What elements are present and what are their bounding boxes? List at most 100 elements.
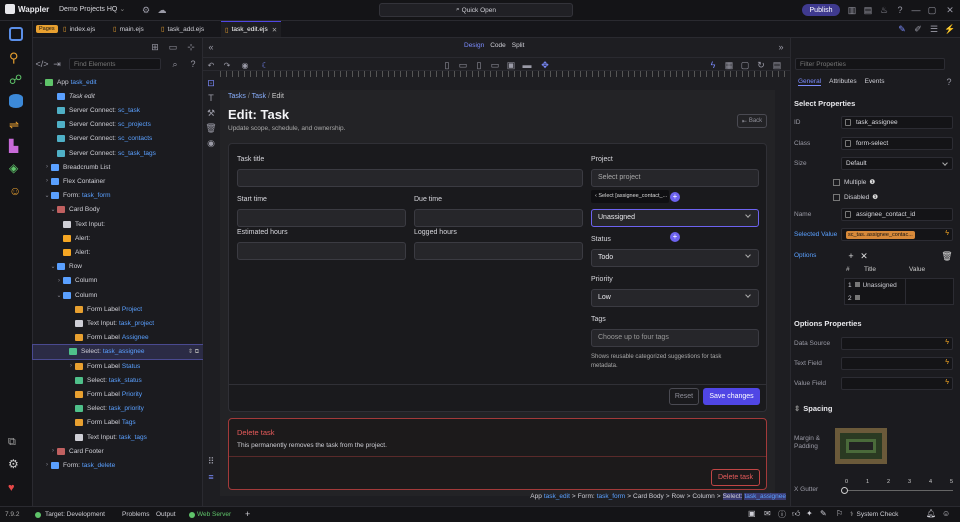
database-icon[interactable]	[9, 94, 23, 108]
robot-icon[interactable]: ☺	[9, 184, 21, 198]
code-tab[interactable]: Code	[490, 42, 506, 49]
start-time-input[interactable]	[237, 209, 406, 227]
chat-icon[interactable]: ✉	[764, 509, 771, 518]
help-icon[interactable]: ?	[894, 4, 906, 16]
tab-task-add[interactable]: ▯ task_add.ejs	[161, 21, 204, 37]
target-selector[interactable]: Target: Development	[45, 511, 105, 518]
tab-task-edit[interactable]: ▯ task_edit.ejs ✕	[221, 21, 281, 37]
insert-icon[interactable]: ⇥	[51, 58, 63, 70]
path-segment[interactable]: Select:	[722, 493, 743, 500]
output-tab[interactable]: Output	[156, 511, 176, 518]
pages-icon[interactable]	[9, 27, 23, 41]
option-row-2[interactable]: 2	[848, 295, 862, 302]
eye-icon[interactable]: ◉	[205, 137, 217, 149]
system-check-button[interactable]: ⚕ System Check	[850, 510, 898, 519]
filter-icon[interactable]: ⌕	[169, 58, 181, 70]
bell-icon[interactable]: 🔔︎	[926, 509, 936, 518]
tree-node[interactable]: ⌄ Card Body	[33, 203, 203, 217]
laptop-icon[interactable]: ▭	[489, 59, 501, 71]
thumbs-up-icon[interactable]: 👍︎	[792, 509, 800, 519]
project-input[interactable]: Select project	[591, 169, 759, 187]
tree-node[interactable]: Server Connect: sc_contacts	[33, 132, 203, 146]
frame-icon[interactable]: ▢	[739, 59, 751, 71]
tree-node[interactable]: Text Input: task_project	[33, 316, 203, 330]
tree-node[interactable]: Server Connect: sc_task	[33, 103, 203, 117]
ai-icon[interactable]: ✦	[806, 509, 813, 518]
help-icon[interactable]: ?	[187, 58, 199, 70]
publish-button[interactable]: Publish	[802, 4, 840, 16]
settings-icon[interactable]: ⚙	[8, 457, 19, 471]
tree-icon[interactable]: ☍	[9, 72, 22, 88]
tree-node[interactable]: ⌄ Column	[33, 288, 203, 302]
gear-icon[interactable]: ⚙	[140, 4, 152, 16]
trash-tool-icon[interactable]: 🗑︎	[205, 122, 217, 134]
path-segment[interactable]: >	[687, 493, 691, 500]
tree-node[interactable]: Server Connect: sc_task_tags	[33, 146, 203, 160]
tree-node[interactable]: ⌄ Form: task_form	[33, 189, 203, 203]
tree-node[interactable]: › Column	[33, 274, 203, 288]
code-icon[interactable]: </>	[36, 58, 49, 70]
tree-node[interactable]: ⌄ Row	[33, 260, 203, 274]
move-icon[interactable]: ✥	[539, 59, 551, 71]
disabled-checkbox[interactable]: Disabled ❶	[833, 193, 878, 201]
x-gutter-handle[interactable]	[841, 487, 848, 494]
expand-caret-icon[interactable]: ⌄	[49, 263, 57, 270]
assignee-select[interactable]: Unassigned	[591, 209, 759, 227]
tab-events[interactable]: Events	[865, 78, 885, 86]
tree-node[interactable]: Text Input:	[33, 217, 203, 231]
terminal-icon[interactable]: ▣	[748, 509, 756, 518]
add-after-icon[interactable]: +	[670, 232, 680, 242]
estimated-hours-input[interactable]	[237, 242, 406, 260]
collapse-left-icon[interactable]: «	[205, 41, 217, 53]
tree-node[interactable]: › Form Label Status	[33, 359, 203, 373]
tree-node[interactable]: Form Label Assignee	[33, 331, 203, 345]
tablet-icon[interactable]: ▭	[457, 59, 469, 71]
expand-caret-icon[interactable]: ›	[55, 278, 63, 284]
size-select[interactable]: Default	[841, 157, 953, 170]
problems-tab[interactable]: Problems	[122, 511, 149, 518]
due-time-input[interactable]	[414, 209, 583, 227]
logged-hours-input[interactable]	[414, 242, 583, 260]
project-selector[interactable]: Demo Projects HQ ⌄	[59, 5, 125, 13]
expand-caret-icon[interactable]: ⌄	[37, 79, 45, 86]
expand-caret-icon[interactable]: ⌄	[55, 292, 63, 299]
tree-node[interactable]: › Card Footer	[33, 444, 203, 458]
data-source-input[interactable]: ϟ	[841, 337, 953, 350]
path-segment[interactable]: Row	[672, 493, 685, 500]
expand-caret-icon[interactable]: ›	[67, 363, 75, 369]
path-segment[interactable]: Form:	[578, 493, 595, 500]
design-tab[interactable]: Design	[464, 42, 484, 49]
path-segment[interactable]: >	[572, 493, 576, 500]
tree-node[interactable]: › Breadcrumb List	[33, 160, 203, 174]
find-elements-input[interactable]: Find Elements	[69, 58, 161, 70]
option-row-1[interactable]: 1 Unassigned	[848, 282, 897, 289]
tab-index[interactable]: ▯ index.ejs	[63, 21, 95, 37]
tab-attributes[interactable]: Attributes	[829, 78, 856, 86]
breadcrumb-task[interactable]: Task	[252, 93, 266, 100]
name-input[interactable]: assignee_contact_id	[841, 208, 953, 221]
tree-node[interactable]: Form Label Project	[33, 302, 203, 316]
path-segment[interactable]: Column	[692, 493, 714, 500]
web-server-button[interactable]: Web Server	[197, 511, 231, 518]
add-option-icon[interactable]: +	[845, 250, 857, 262]
paint-tool-icon[interactable]: ⚒	[205, 107, 217, 119]
path-segment[interactable]: >	[627, 493, 631, 500]
expand-caret-icon[interactable]: ›	[49, 448, 57, 454]
maximize-icon[interactable]: ▢	[926, 4, 938, 16]
account-icon[interactable]: ♥	[8, 482, 15, 494]
path-segment[interactable]: task_assignee	[744, 493, 786, 500]
layers-icon[interactable]: ◈	[9, 161, 18, 175]
select-tool-icon[interactable]: ⊡	[205, 77, 217, 89]
path-segment[interactable]: >	[717, 493, 721, 500]
wide-icon[interactable]: ▬	[521, 59, 533, 71]
expand-caret-icon[interactable]: ›	[43, 178, 51, 184]
tree-node[interactable]: Form Label Tags	[33, 416, 203, 430]
minimize-icon[interactable]: —	[910, 4, 922, 16]
split-tab[interactable]: Split	[512, 42, 525, 49]
path-segment[interactable]: task_form	[597, 493, 626, 500]
lightning-icon[interactable]: ϟ	[707, 59, 719, 71]
collapse-right-icon[interactable]: »	[775, 41, 787, 53]
expand-caret-icon[interactable]: ›	[43, 462, 51, 468]
stack-icon[interactable]: ☰	[928, 23, 940, 35]
tree-node[interactable]: › Flex Container	[33, 174, 203, 188]
